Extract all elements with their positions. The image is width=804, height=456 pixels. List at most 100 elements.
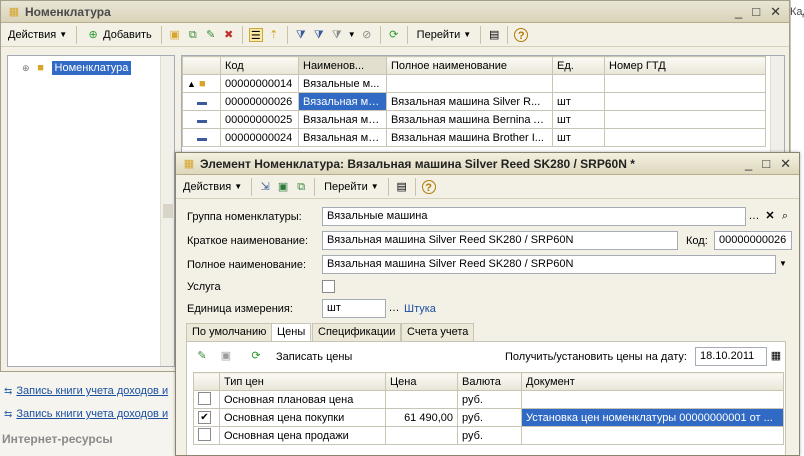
help-icon[interactable]: ? [421, 179, 436, 194]
filter-value-icon[interactable]: ⧩ [312, 28, 326, 42]
tree-item-root[interactable]: ⊕ ■ Номенклатура [22, 61, 132, 75]
cell-check[interactable] [193, 426, 220, 445]
table-row[interactable]: ✔ Основная цена покупки 61 490,00 руб. У… [193, 408, 784, 427]
element-title-bar[interactable]: ▦ Элемент Номенклатура: Вязальная машина… [176, 153, 799, 175]
list-settings-icon[interactable]: ▤ [487, 28, 501, 42]
column-header-code[interactable]: Код [220, 56, 299, 75]
row-checkbox[interactable]: ✔ [198, 411, 211, 424]
tree-scrollbar[interactable] [160, 56, 174, 366]
element-actions-button[interactable]: Действия ▼ [180, 180, 245, 194]
column-header-check[interactable] [193, 372, 220, 391]
close-icon[interactable]: ✕ [770, 4, 781, 20]
scroll-thumb[interactable] [163, 204, 173, 218]
separator [286, 25, 288, 44]
parent-folder-icon[interactable]: ⇡ [267, 28, 281, 42]
filter-icon[interactable]: ⧩ [294, 28, 308, 42]
column-header-price[interactable]: Цена [385, 372, 458, 391]
unit-field[interactable]: шт [322, 299, 386, 318]
copy-icon[interactable]: ⧉ [186, 28, 200, 42]
close-icon[interactable]: ✕ [780, 156, 791, 172]
column-header-unit[interactable]: Ед. [552, 56, 605, 75]
write-icon[interactable]: ▣ [276, 180, 290, 194]
table-row[interactable]: 00000000025 Вязальная маши... Вязальная … [182, 110, 766, 129]
code-field[interactable]: 00000000026 [714, 231, 792, 250]
service-checkbox[interactable] [322, 280, 335, 293]
column-header-document[interactable]: Документ [521, 372, 784, 391]
refresh-icon[interactable]: ⟳ [387, 28, 401, 42]
delete-icon[interactable]: ✖ [222, 28, 236, 42]
cell-document [521, 390, 784, 409]
filter-off-icon[interactable]: ⊘ [360, 28, 374, 42]
unit-link[interactable]: Штука [404, 303, 436, 315]
row-checkbox[interactable] [198, 391, 211, 405]
dropdown-arrow-icon: ▼ [370, 182, 379, 191]
column-header-icon[interactable] [182, 56, 221, 75]
goto-menu-button[interactable]: Перейти ▼ [414, 28, 475, 42]
tab-specifications[interactable]: Спецификации [312, 323, 402, 341]
table-row[interactable]: Основная цена продажи руб. [193, 426, 784, 445]
dropdown-arrow-icon: ▼ [463, 30, 472, 39]
edit-icon[interactable]: ✎ [204, 28, 218, 42]
full-name-field[interactable]: Вязальная машина Silver Reed SK280 / SRP… [322, 255, 776, 274]
column-header-price-type[interactable]: Тип цен [219, 372, 386, 391]
main-title-bar[interactable]: ▦ Номенклатура _ □ ✕ [1, 1, 789, 23]
actions-menu-button[interactable]: Действия ▼ [5, 28, 70, 42]
refresh-icon[interactable]: ⟳ [249, 349, 263, 363]
column-header-currency[interactable]: Валюта [457, 372, 522, 391]
save-icon[interactable]: ▣ [219, 349, 233, 363]
maximize-icon[interactable]: □ [762, 156, 770, 172]
price-date-field[interactable]: 18.10.2011 [695, 347, 767, 366]
tab-default[interactable]: По умолчанию [186, 323, 273, 341]
minimize-icon[interactable]: _ [745, 156, 752, 172]
dropdown-arrow-icon[interactable]: ▼ [776, 257, 790, 271]
write-prices-button[interactable]: Записать цены [276, 351, 352, 363]
add-button[interactable]: ⊕ Добавить [83, 27, 155, 43]
row-checkbox[interactable] [198, 427, 211, 441]
tab-accounts[interactable]: Счета учета [401, 323, 475, 341]
minimize-icon[interactable]: _ [735, 4, 742, 20]
tab-prices[interactable]: Цены [271, 323, 312, 342]
select-ellipsis-icon[interactable]: … [747, 209, 761, 223]
table-row[interactable]: 00000000026 Вязальная маши... Вязальная … [182, 92, 766, 111]
price-date-label: Получить/установить цены на дату: [505, 351, 687, 363]
dropdown-arrow-icon[interactable]: ▼ [348, 30, 356, 39]
calendar-icon[interactable]: ▦ [769, 349, 783, 363]
help-icon[interactable]: ? [514, 27, 529, 42]
save-close-icon[interactable]: ⇲ [258, 180, 272, 194]
cell-check[interactable]: ✔ [193, 408, 220, 427]
cell-currency: руб. [457, 390, 522, 409]
table-row[interactable]: 00000000024 Вязальная маши... Вязальная … [182, 128, 766, 147]
table-row[interactable]: ▲ ■ 00000000014 Вязальные м... [182, 74, 766, 93]
column-header-gtd[interactable]: Номер ГТД [604, 56, 766, 75]
column-header-full-name[interactable]: Полное наименование [386, 56, 553, 75]
list-settings-icon[interactable]: ▤ [395, 180, 409, 194]
select-ellipsis-icon[interactable]: … [387, 301, 401, 315]
left-link-2[interactable]: ⇆ Запись книги учета доходов и [4, 408, 168, 420]
clear-icon[interactable]: ✕ [763, 209, 777, 223]
cell-document[interactable]: Установка цен номенклатуры 00000000001 о… [521, 408, 784, 427]
edit-icon[interactable]: ✎ [195, 349, 209, 363]
group-field[interactable]: Вязальные машина [322, 207, 746, 226]
goto-label: Перейти [416, 28, 461, 41]
separator [160, 25, 162, 44]
left-section-title: Интернет-ресурсы [2, 432, 113, 446]
add-folder-icon[interactable]: ▣ [168, 28, 182, 42]
new-copy-icon[interactable]: ⧉ [294, 180, 308, 194]
maximize-icon[interactable]: □ [752, 4, 760, 20]
column-header-name[interactable]: Наименов... [298, 56, 387, 75]
short-name-label: Краткое наименование: [187, 235, 309, 247]
unit-label: Единица измерения: [187, 303, 293, 315]
search-icon[interactable]: ⌕ [778, 209, 792, 223]
hierarchy-icon[interactable]: ☰ [248, 27, 263, 42]
add-label: Добавить [103, 28, 152, 41]
left-link-1[interactable]: ⇆ Запись книги учета доходов и [4, 385, 168, 397]
short-name-field[interactable]: Вязальная машина Silver Reed SK280 / SRP… [322, 231, 678, 250]
element-goto-button[interactable]: Перейти ▼ [321, 180, 382, 194]
table-row[interactable]: Основная плановая цена руб. [193, 390, 784, 409]
cell-name: Вязальная маши... [298, 110, 387, 129]
cell-unit: шт [552, 92, 605, 111]
separator [76, 25, 78, 44]
expand-icon[interactable]: ⊕ [22, 63, 30, 74]
filter-history-icon[interactable]: ⧩ [330, 28, 344, 42]
cell-check[interactable] [193, 390, 220, 409]
